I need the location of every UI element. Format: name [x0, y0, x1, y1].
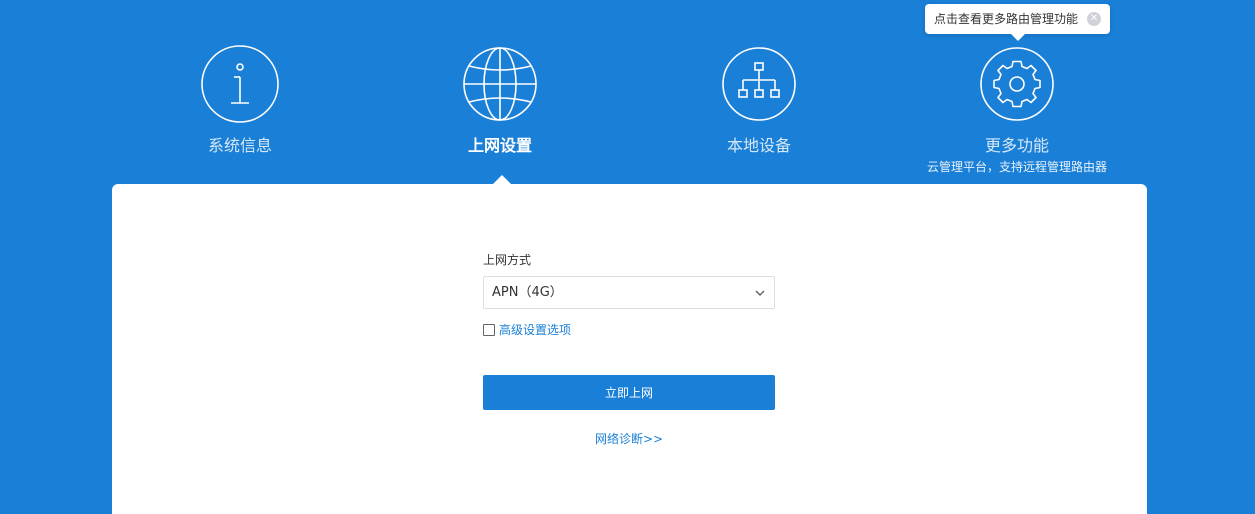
- network-diagnose-link[interactable]: 网络诊断>>: [483, 431, 775, 447]
- nav-label: 系统信息: [207, 136, 272, 155]
- nav-item-system-info[interactable]: 系统信息: [140, 44, 340, 156]
- chevron-down-icon: [755, 290, 765, 296]
- tooltip-arrow: [1011, 34, 1025, 41]
- gear-icon: [980, 47, 1054, 121]
- tooltip-text: 点击查看更多路由管理功能: [934, 12, 1079, 26]
- nav-item-local-devices[interactable]: 本地设备: [659, 44, 859, 156]
- internet-settings-form: 上网方式 APN（4G） 高级设置选项 立即上网 网络诊断>>: [483, 252, 775, 446]
- active-tab-pointer: [493, 175, 511, 184]
- nav-label: 上网设置: [467, 136, 532, 155]
- advanced-settings-checkbox[interactable]: [483, 324, 495, 336]
- method-label: 上网方式: [483, 253, 532, 267]
- nav-label: 本地设备: [726, 136, 791, 155]
- close-circle-icon[interactable]: ✕: [1087, 12, 1101, 26]
- nav-item-more-features[interactable]: 更多功能 云管理平台，支持远程管理路由器: [917, 44, 1117, 174]
- settings-card: [112, 184, 1147, 514]
- globe-icon: [463, 47, 537, 121]
- method-select[interactable]: APN（4G）: [483, 276, 775, 309]
- connect-now-button[interactable]: 立即上网: [483, 375, 775, 410]
- advanced-settings-label[interactable]: 高级设置选项: [499, 322, 571, 338]
- network-topology-icon: [722, 47, 796, 121]
- nav-item-internet-settings[interactable]: 上网设置: [400, 44, 600, 156]
- method-select-value: APN（4G）: [492, 285, 563, 300]
- advanced-settings-toggle[interactable]: 高级设置选项: [483, 322, 775, 338]
- more-features-tooltip: 点击查看更多路由管理功能 ✕: [925, 4, 1110, 41]
- info-icon: [201, 45, 279, 123]
- nav-label: 更多功能: [984, 136, 1049, 155]
- nav-sublabel: 云管理平台，支持远程管理路由器: [926, 160, 1107, 174]
